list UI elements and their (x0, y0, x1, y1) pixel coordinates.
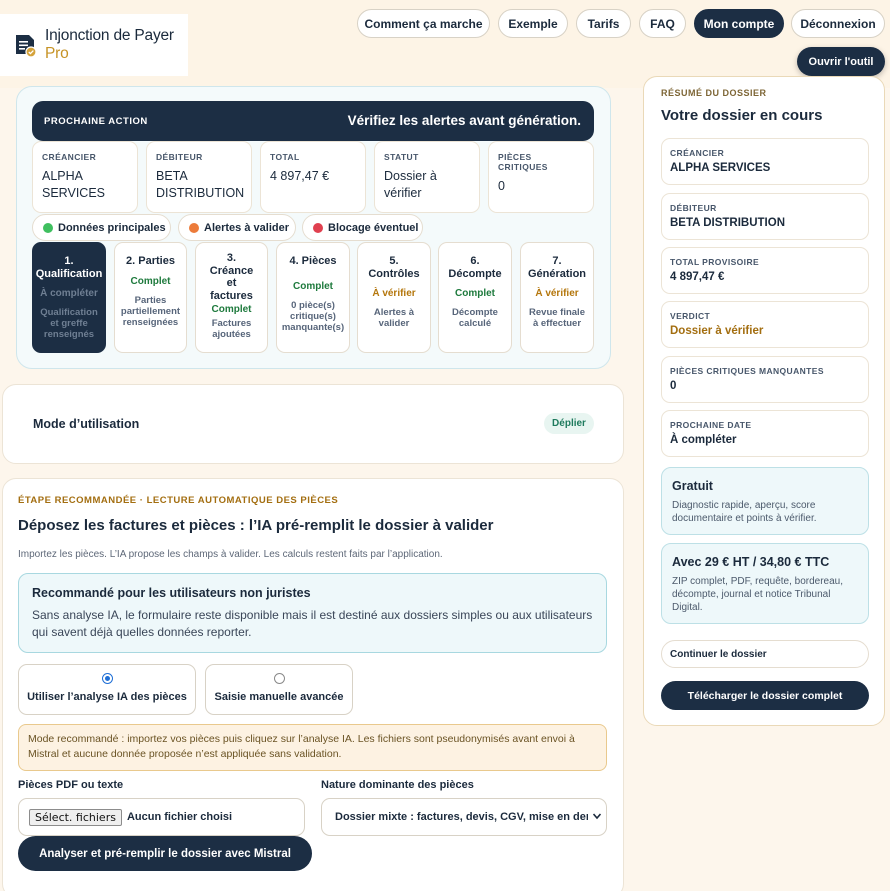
legend-alerts: Alertes à valider (178, 214, 296, 241)
step-qualification[interactable]: 1. Qualification À compléter Qualificati… (32, 242, 106, 353)
nav-pricing[interactable]: Tarifs (576, 9, 631, 38)
step-claims-invoices[interactable]: 3. Créance et factures Complet Factures … (195, 242, 268, 353)
radio-unselected-icon[interactable] (273, 673, 285, 684)
files-label: Pièces PDF ou texte (18, 779, 124, 791)
brand-logo[interactable]: Injonction de Payer Pro (0, 14, 188, 76)
expand-button[interactable]: Déplier (544, 413, 594, 434)
usage-mode-section[interactable]: Mode d’utilisation (2, 384, 624, 464)
plan-free: Gratuit Diagnostic rapide, aperçu, score… (661, 467, 869, 535)
chevron-down-icon (593, 813, 601, 820)
green-dot-icon (43, 222, 53, 233)
file-status: Aucun fichier choisi (126, 811, 233, 823)
nav-my-account[interactable]: Mon compte (694, 9, 784, 38)
open-tool-button[interactable]: Ouvrir l'outil (797, 47, 885, 76)
next-action-bar: PROCHAINE ACTION Vérifiez les alertes av… (32, 101, 594, 141)
nature-selected-value: Dossier mixte : factures, devis, CGV, mi… (335, 811, 588, 823)
plan-paid: Avec 29 € HT / 34,80 € TTC ZIP complet, … (661, 543, 869, 624)
select-files-button[interactable]: Sélect. fichiers (29, 808, 122, 826)
next-action-message: Vérifiez les alertes avant génération. (347, 113, 581, 128)
sidebar-next-date: PROCHAINE DATE À compléter (661, 410, 869, 457)
recommendation-box: Recommandé pour les utilisateurs non jur… (18, 573, 607, 653)
sidebar-debtor: DÉBITEUR BETA DISTRIBUTION (661, 193, 869, 240)
nature-label: Nature dominante des pièces (321, 779, 474, 791)
summary-status: STATUT Dossier à vérifier (374, 141, 480, 213)
nature-select[interactable]: Dossier mixte : factures, devis, CGV, mi… (321, 798, 607, 836)
analyze-prefill-button[interactable]: Analyser et pré-remplir le dossier avec … (18, 836, 312, 871)
upload-title: Déposez les factures et pièces : l’IA pr… (18, 517, 494, 534)
sidebar-total: TOTAL PROVISOIRE 4 897,47 € (661, 247, 869, 294)
summary-creditor: CRÉANCIER ALPHA SERVICES (32, 141, 138, 213)
nav-faq[interactable]: FAQ (639, 9, 686, 38)
summary-total: TOTAL 4 897,47 € (260, 141, 366, 213)
step-controls[interactable]: 5. Contrôles À vérifier Alertes à valide… (357, 242, 431, 353)
step-statement[interactable]: 6. Décompte Complet Décompte calculé (438, 242, 512, 353)
document-seal-icon (14, 32, 38, 58)
legend-main-data: Données principales (32, 214, 171, 241)
step-pieces[interactable]: 4. Pièces Complet 0 pièce(s) critique(s)… (276, 242, 350, 353)
recommendation-title: Recommandé pour les utilisateurs non jur… (32, 586, 311, 600)
step-parties[interactable]: 2. Parties Complet Parties partiellement… (114, 242, 187, 353)
brand-name: Injonction de Payer Pro (45, 27, 174, 62)
sidebar-creditor: CRÉANCIER ALPHA SERVICES (661, 138, 869, 185)
next-action-label: PROCHAINE ACTION (44, 116, 148, 127)
radio-selected-icon[interactable] (101, 673, 113, 684)
option-ai-analysis[interactable]: Utiliser l’analyse IA des pièces (18, 664, 196, 715)
nav-how-it-works[interactable]: Comment ça marche (357, 9, 490, 38)
step-generation[interactable]: 7. Génération À vérifier Revue finale à … (520, 242, 594, 353)
summary-critical-pieces: PIÈCES CRITIQUES 0 (488, 141, 594, 213)
upload-eyebrow: ÉTAPE RECOMMANDÉE · LECTURE AUTOMATIQUE … (18, 495, 339, 506)
sidebar-verdict: VERDICT Dossier à vérifier (661, 301, 869, 348)
legend-blocking: Blocage éventuel (302, 214, 423, 241)
usage-mode-title: Mode d’utilisation (33, 417, 140, 431)
download-case-button[interactable]: Télécharger le dossier complet (661, 681, 869, 710)
nav-logout[interactable]: Déconnexion (791, 9, 885, 38)
sidebar-eyebrow: RÉSUMÉ DU DOSSIER (661, 88, 767, 98)
nav-example[interactable]: Exemple (498, 9, 568, 38)
top-header: Injonction de Payer Pro Comment ça march… (0, 0, 890, 88)
red-dot-icon (313, 222, 323, 233)
upload-subtitle: Importez les pièces. L’IA propose les ch… (18, 549, 443, 560)
continue-case-button[interactable]: Continuer le dossier (661, 640, 869, 668)
option-manual-entry[interactable]: Saisie manuelle avancée (205, 664, 353, 715)
sidebar-title: Votre dossier en cours (661, 107, 823, 124)
summary-debtor: DÉBITEUR BETA DISTRIBUTION (146, 141, 252, 213)
file-input[interactable]: Sélect. fichiers Aucun fichier choisi (18, 798, 305, 836)
sidebar-missing-pieces: PIÈCES CRITIQUES MANQUANTES 0 (661, 356, 869, 403)
orange-dot-icon (189, 222, 199, 233)
recommended-mode-notice: Mode recommandé : importez vos pièces pu… (18, 724, 607, 771)
recommendation-body: Sans analyse IA, le formulaire reste dis… (32, 608, 593, 639)
